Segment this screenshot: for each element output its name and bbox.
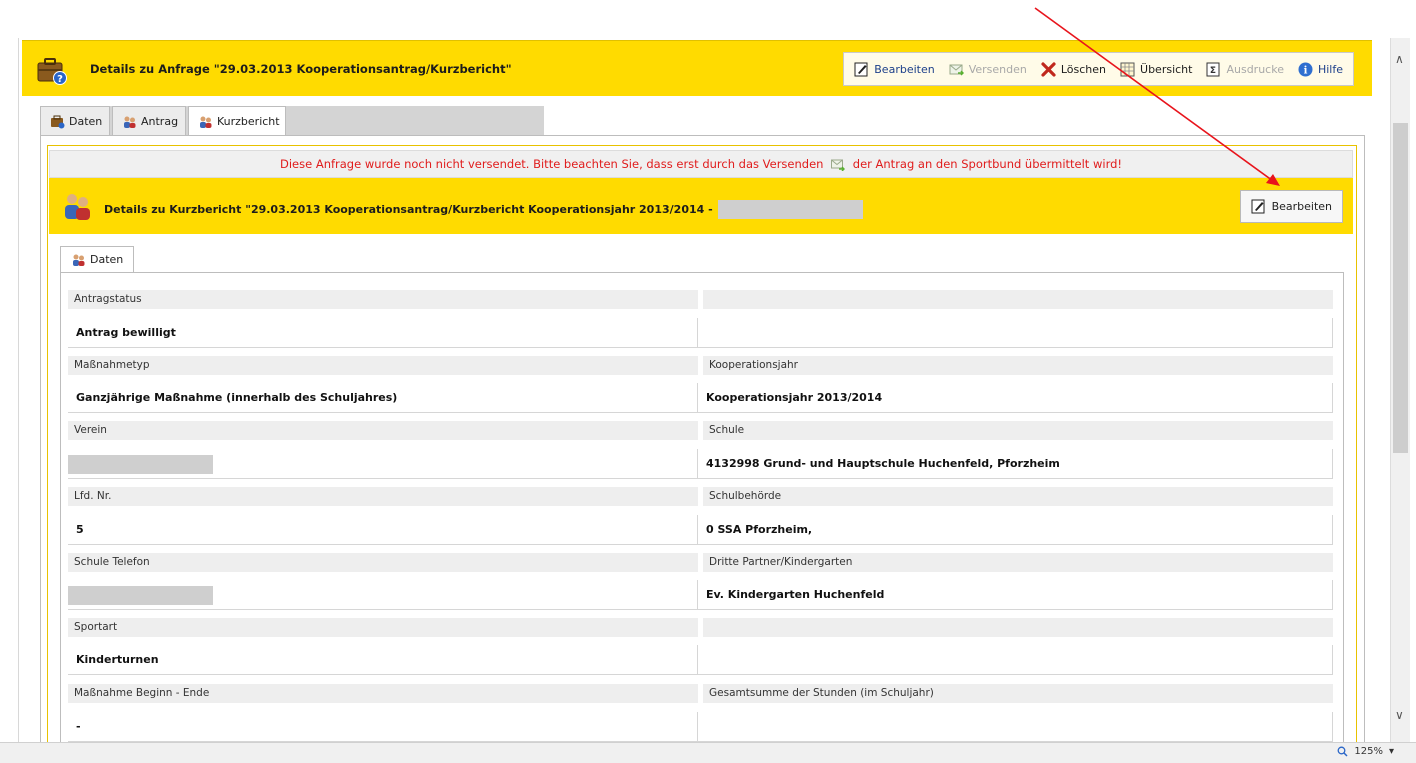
send-mail-icon: [831, 159, 846, 171]
redacted-block: [68, 585, 213, 605]
tab-antrag-label: Antrag: [141, 114, 179, 128]
vertical-scrollbar[interactable]: ∧ ∨: [1390, 38, 1410, 742]
send-button-label: Versenden: [968, 62, 1027, 76]
not-sent-warning: Diese Anfrage wurde noch nicht versendet…: [49, 150, 1353, 178]
users-report-icon: [65, 194, 90, 220]
warning-text-before: Diese Anfrage wurde noch nicht versendet…: [279, 157, 824, 171]
tab-kurzbericht-label: Kurzbericht: [217, 114, 280, 128]
sum-document-icon: Σ: [1206, 62, 1220, 76]
overview-button-label: Übersicht: [1140, 62, 1193, 76]
tab-daten[interactable]: Daten: [40, 106, 110, 136]
field-value-lfd-nr: 5: [68, 515, 698, 545]
send-mail-icon: [949, 64, 964, 76]
edit-note-icon: [854, 62, 868, 76]
field-value-empty: [698, 318, 1333, 348]
field-label-antragstatus: Antragstatus: [68, 290, 698, 309]
delete-button-label: Löschen: [1060, 62, 1107, 76]
tab-report-daten-label: Daten: [90, 253, 124, 266]
redacted-block: [68, 454, 213, 474]
scroll-up-icon[interactable]: ∧: [1395, 52, 1404, 66]
edit-button-label: Bearbeiten: [874, 62, 935, 76]
users-icon: [73, 254, 85, 266]
scroll-down-icon[interactable]: ∨: [1395, 708, 1404, 722]
printouts-button-label: Ausdrucke: [1226, 62, 1284, 76]
field-value-massnahmetyp: Ganzjährige Maßnahme (innerhalb des Schu…: [68, 383, 698, 413]
info-icon: i: [1298, 62, 1313, 76]
report-edit-button[interactable]: Bearbeiten: [1239, 190, 1343, 223]
edit-note-icon: [1251, 199, 1265, 214]
field-value-verein: [68, 449, 698, 479]
briefcase-info-icon: ?: [37, 58, 67, 85]
overview-button[interactable]: Übersicht: [1120, 62, 1192, 77]
field-value-schule: 4132998 Grund- und Hauptschule Huchenfel…: [698, 449, 1333, 479]
main-tab-bar: Daten Antrag Kurzbericht: [40, 106, 544, 136]
field-label-gesamtsumme: Gesamtsumme der Stunden (im Schuljahr): [703, 684, 1333, 703]
report-title: Details zu Kurzbericht "29.03.2013 Koope…: [104, 200, 863, 219]
field-value-kooperationsjahr: Kooperationsjahr 2013/2014: [698, 383, 1333, 413]
help-button[interactable]: i Hilfe: [1298, 62, 1343, 77]
chevron-down-icon: ▾: [1388, 746, 1394, 757]
page-title: Details zu Anfrage "29.03.2013 Kooperati…: [90, 62, 512, 76]
svg-text:?: ?: [57, 74, 63, 85]
field-label-verein: Verein: [68, 421, 698, 440]
field-label-massnahmetyp: Maßnahmetyp: [68, 356, 698, 375]
action-toolbar: Bearbeiten Versenden Löschen Übersicht Σ…: [843, 52, 1354, 86]
users-icon: [200, 116, 212, 128]
grid-table-icon: [1120, 62, 1135, 76]
field-value-schule-telefon: [68, 580, 698, 610]
report-title-text: Details zu Kurzbericht "29.03.2013 Koope…: [104, 203, 713, 216]
field-label-empty: [703, 618, 1333, 637]
field-value-schulbehoerde: 0 SSA Pforzheim,: [698, 515, 1333, 545]
field-label-lfd-nr: Lfd. Nr.: [68, 487, 698, 506]
report-tab-bar: Daten: [60, 246, 135, 273]
users-icon: [124, 116, 136, 128]
field-label-schule: Schule: [703, 421, 1333, 440]
delete-button[interactable]: Löschen: [1041, 61, 1107, 77]
tab-antrag[interactable]: Antrag: [112, 106, 186, 136]
edit-button[interactable]: Bearbeiten: [854, 62, 935, 77]
svg-text:i: i: [1304, 65, 1308, 76]
briefcase-icon: [51, 115, 65, 128]
request-header: ? Details zu Anfrage "29.03.2013 Koopera…: [22, 40, 1372, 96]
field-value-beginn-ende: -: [68, 712, 698, 742]
field-value-empty: [698, 645, 1333, 675]
tab-daten-label: Daten: [69, 114, 103, 128]
tab-report-daten[interactable]: Daten: [60, 246, 135, 273]
redacted-block: [717, 200, 863, 219]
help-button-label: Hilfe: [1317, 62, 1343, 76]
printouts-button[interactable]: Σ Ausdrucke: [1206, 62, 1284, 77]
field-label-kooperationsjahr: Kooperationsjahr: [703, 356, 1333, 375]
zoom-control[interactable]: 125% ▾: [1337, 746, 1394, 757]
field-value-sportart: Kinderturnen: [68, 645, 698, 675]
report-edit-button-label: Bearbeiten: [1271, 200, 1332, 213]
field-label-sportart: Sportart: [68, 618, 698, 637]
browser-viewport: ? Details zu Anfrage "29.03.2013 Koopera…: [0, 0, 1390, 742]
warning-text-after: der Antrag an den Sportbund übermittelt …: [852, 157, 1123, 171]
field-value-gesamtsumme: [698, 712, 1333, 742]
browser-status-bar: 125% ▾: [0, 742, 1416, 763]
field-label-beginn-ende: Maßnahme Beginn - Ende: [68, 684, 698, 703]
send-button[interactable]: Versenden: [949, 62, 1027, 77]
report-header: Details zu Kurzbericht "29.03.2013 Koope…: [49, 178, 1353, 234]
delete-x-icon: [1041, 61, 1056, 77]
zoom-level: 125%: [1354, 746, 1383, 757]
tab-kurzbericht[interactable]: Kurzbericht: [188, 106, 286, 136]
scrollbar-thumb[interactable]: [1393, 123, 1408, 453]
field-value-antragstatus: Antrag bewilligt: [68, 318, 698, 348]
field-label-schulbehoerde: Schulbehörde: [703, 487, 1333, 506]
field-label-empty: [703, 290, 1333, 309]
field-label-dritte-partner: Dritte Partner/Kindergarten: [703, 553, 1333, 572]
field-value-dritte-partner: Ev. Kindergarten Huchenfeld: [698, 580, 1333, 610]
zoom-magnifier-icon: [1337, 746, 1348, 757]
field-label-schule-telefon: Schule Telefon: [68, 553, 698, 572]
svg-text:Σ: Σ: [1210, 66, 1216, 76]
